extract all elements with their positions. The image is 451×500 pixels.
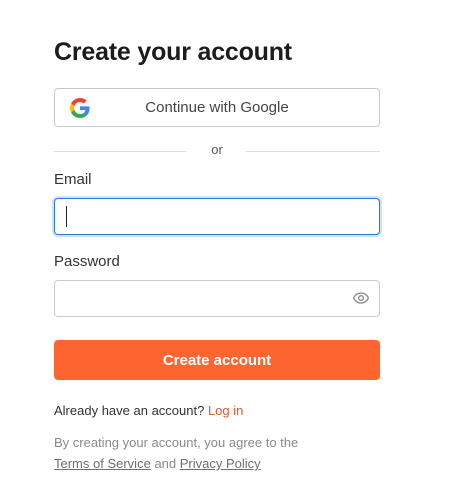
text-cursor xyxy=(66,206,67,227)
page-title: Create your account xyxy=(54,38,292,66)
continue-with-google-button[interactable]: Continue with Google xyxy=(54,88,380,127)
log-in-link[interactable]: Log in xyxy=(208,403,243,418)
terms-of-service-link[interactable]: Terms of Service xyxy=(54,456,151,471)
eye-icon[interactable] xyxy=(353,292,369,304)
password-input[interactable] xyxy=(54,280,380,317)
google-button-label: Continue with Google xyxy=(145,99,289,116)
email-label: Email xyxy=(54,171,92,188)
terms-conjunction: and xyxy=(154,456,177,471)
password-label: Password xyxy=(54,253,120,270)
divider-text: or xyxy=(211,142,223,157)
email-input[interactable] xyxy=(54,198,380,235)
google-logo-icon xyxy=(70,98,90,118)
privacy-policy-link[interactable]: Privacy Policy xyxy=(180,456,261,471)
login-prompt: Already have an account? Log in xyxy=(54,403,243,418)
terms-prefix: By creating your account, you agree to t… xyxy=(54,435,299,450)
terms-notice: By creating your account, you agree to t… xyxy=(54,432,354,474)
create-account-button[interactable]: Create account xyxy=(54,340,380,380)
login-prompt-text: Already have an account? xyxy=(54,403,205,418)
signup-page: Create your account Continue with Google… xyxy=(0,0,451,500)
divider-line-right xyxy=(246,151,380,152)
or-divider: or xyxy=(54,142,380,158)
